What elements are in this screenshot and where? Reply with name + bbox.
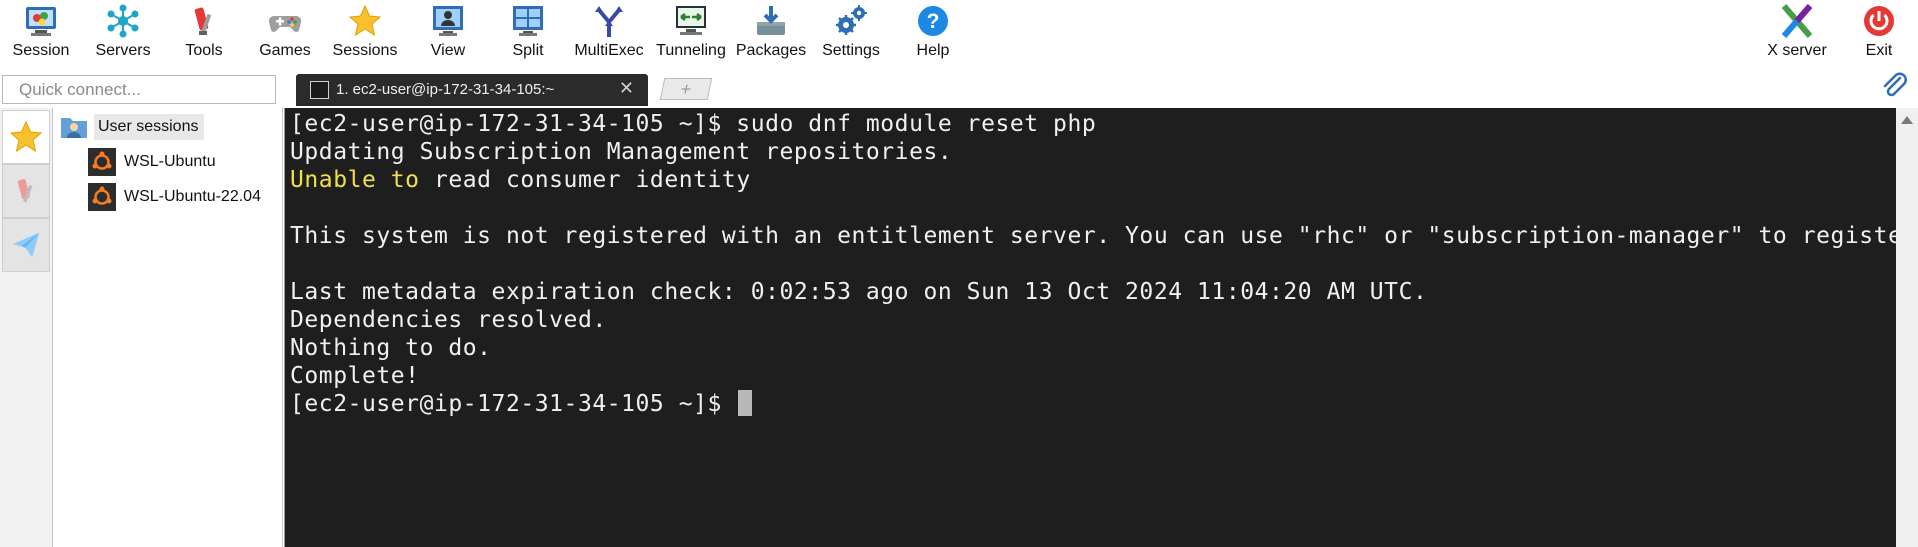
star-icon xyxy=(9,120,43,153)
session-button[interactable]: Session xyxy=(10,0,72,66)
terminal-scrollbar[interactable] xyxy=(1896,108,1918,547)
games-icon xyxy=(267,3,303,39)
terminal-line: This system is not registered with an en… xyxy=(290,223,1918,249)
session-icon xyxy=(23,3,59,39)
terminal-line-warning: Unable to read consumer identity xyxy=(290,166,751,194)
tab-ec2-session[interactable]: 1. ec2-user@ip-172-31-34-105:~ ✕ xyxy=(296,74,648,106)
ubuntu-icon xyxy=(88,148,116,176)
warning-prefix: Unable to xyxy=(290,167,420,193)
exit-icon xyxy=(1861,3,1897,39)
tunneling-button[interactable]: Tunneling xyxy=(652,0,730,66)
servers-button[interactable]: Servers xyxy=(92,0,154,66)
terminal-line: Last metadata expiration check: 0:02:53 … xyxy=(290,279,1428,305)
view-button[interactable]: View xyxy=(418,0,478,66)
terminal-line: Complete! xyxy=(290,363,420,389)
plus-icon: + xyxy=(678,78,694,99)
tab-label: 1. ec2-user@ip-172-31-34-105:~ xyxy=(336,81,555,98)
packages-button[interactable]: Packages xyxy=(736,0,806,66)
games-label: Games xyxy=(259,42,311,59)
tools-icon xyxy=(17,179,33,203)
tree-node-label: User sessions xyxy=(94,114,205,140)
prompt-text: [ec2-user@ip-172-31-34-105 ~]$ xyxy=(290,391,737,417)
tree-node-user-sessions[interactable]: User sessions xyxy=(60,112,205,142)
multiexec-icon xyxy=(591,3,627,39)
settings-icon xyxy=(833,3,869,39)
terminal-cursor xyxy=(738,390,753,416)
exit-label: Exit xyxy=(1865,42,1893,59)
exit-button[interactable]: Exit xyxy=(1856,0,1902,66)
settings-label: Settings xyxy=(822,42,880,59)
terminal-tab-icon xyxy=(310,81,329,99)
sessions-side-tab[interactable] xyxy=(2,110,50,164)
tunneling-label: Tunneling xyxy=(656,42,726,59)
terminal-prompt-line: [ec2-user@ip-172-31-34-105 ~]$ xyxy=(290,390,753,418)
settings-button[interactable]: Settings xyxy=(818,0,884,66)
tunneling-icon xyxy=(673,3,709,39)
tools-icon xyxy=(186,3,222,39)
sessions-label: Sessions xyxy=(332,42,398,59)
split-button[interactable]: Split xyxy=(500,0,556,66)
terminal-line: Nothing to do. xyxy=(290,335,492,361)
servers-label: Servers xyxy=(95,42,151,59)
games-button[interactable]: Games xyxy=(255,0,315,66)
packages-icon xyxy=(753,3,789,39)
xserver-icon xyxy=(1779,3,1815,39)
help-label: Help xyxy=(916,42,950,59)
new-tab-button[interactable]: + xyxy=(659,78,713,100)
ubuntu-icon xyxy=(88,183,116,211)
servers-icon xyxy=(105,3,141,39)
tools-label: Tools xyxy=(185,42,223,59)
tab-bar xyxy=(0,72,1918,106)
help-button[interactable]: ? Help xyxy=(904,0,962,66)
tree-node-wsl-ubuntu-22-04[interactable]: WSL-Ubuntu-22.04 xyxy=(88,182,261,212)
terminal-line: Updating Subscription Management reposit… xyxy=(290,139,953,165)
sessions-star-icon xyxy=(347,3,383,39)
tools-button[interactable]: Tools xyxy=(174,0,234,66)
quick-connect-input[interactable]: Quick connect... xyxy=(2,75,276,104)
session-label: Session xyxy=(12,42,70,59)
xserver-button[interactable]: X server xyxy=(1760,0,1834,66)
help-icon: ? xyxy=(915,3,951,39)
multiexec-label: MultiExec xyxy=(574,42,644,59)
packages-label: Packages xyxy=(735,42,807,59)
sessions-button[interactable]: Sessions xyxy=(332,0,398,66)
sftp-side-tab[interactable] xyxy=(2,218,50,272)
tools-side-tab[interactable] xyxy=(2,164,50,218)
user-folder-icon xyxy=(60,115,88,139)
view-label: View xyxy=(430,42,466,59)
tree-node-wsl-ubuntu[interactable]: WSL-Ubuntu xyxy=(88,147,216,177)
split-icon xyxy=(510,3,546,39)
warning-rest: read consumer identity xyxy=(419,167,751,193)
tree-node-label: WSL-Ubuntu xyxy=(124,153,216,170)
main-toolbar: Session Servers Tools Games Sessions Vie… xyxy=(0,0,1918,66)
paper-plane-icon xyxy=(12,232,40,258)
xserver-label: X server xyxy=(1767,42,1827,59)
split-label: Split xyxy=(512,42,544,59)
terminal-line: [ec2-user@ip-172-31-34-105 ~]$ sudo dnf … xyxy=(290,111,1097,137)
terminal-line: Dependencies resolved. xyxy=(290,307,607,333)
scroll-up-arrow-icon[interactable] xyxy=(1901,116,1913,124)
multiexec-button[interactable]: MultiExec xyxy=(572,0,646,66)
attachment-clip-icon[interactable] xyxy=(1880,72,1910,102)
close-tab-icon[interactable]: ✕ xyxy=(619,78,634,99)
view-icon xyxy=(430,3,466,39)
tree-node-label: WSL-Ubuntu-22.04 xyxy=(124,188,261,205)
svg-text:?: ? xyxy=(927,10,940,33)
